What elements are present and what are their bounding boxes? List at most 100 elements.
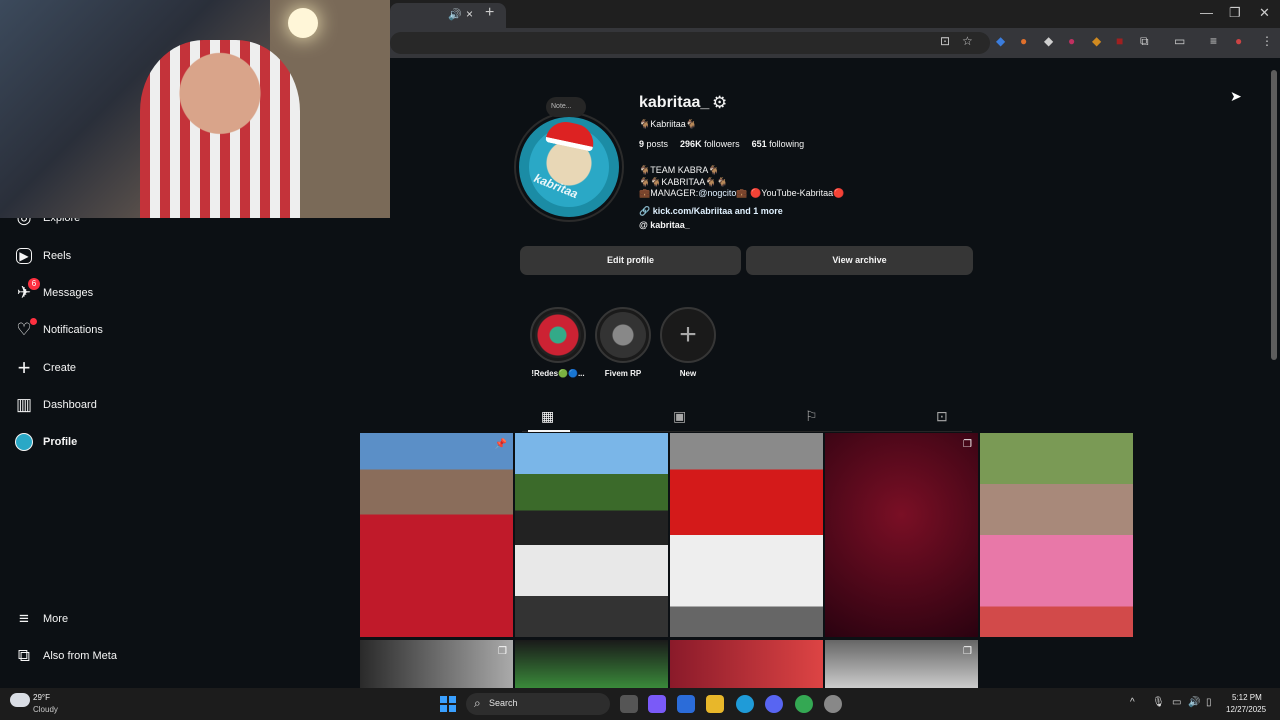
install-app-icon[interactable]: ⊡ xyxy=(940,34,950,48)
extension-icon[interactable]: ◆ xyxy=(1044,34,1053,48)
extension-icon[interactable]: ◆ xyxy=(996,34,1005,48)
highlight-item[interactable]: !Redes🟢🔵... xyxy=(530,307,586,378)
mail-icon[interactable] xyxy=(677,695,695,713)
dashboard-icon: ▥ xyxy=(15,395,33,414)
file-explorer-icon[interactable] xyxy=(706,695,724,713)
messages-badge: 6 xyxy=(28,278,40,290)
post-thumbnail[interactable] xyxy=(515,433,668,637)
post-thumbnail[interactable] xyxy=(980,433,1133,637)
note-bubble[interactable]: Note... xyxy=(546,97,586,117)
edit-profile-button[interactable]: Edit profile xyxy=(520,246,741,275)
post-thumbnail[interactable] xyxy=(515,640,668,688)
new-tab-button[interactable]: + xyxy=(485,4,494,22)
search-icon: ⌕ xyxy=(474,696,481,710)
profile-username: kabritaa_ xyxy=(639,94,710,111)
minimize-button[interactable]: — xyxy=(1200,5,1213,20)
extension-icon[interactable]: ■ xyxy=(1116,34,1123,48)
notification-dot xyxy=(30,318,37,325)
clock-date[interactable]: 12/27/2025 xyxy=(1226,705,1266,714)
post-thumbnail[interactable]: 📌 xyxy=(360,433,513,637)
sidebar-item-more[interactable]: ≡ More xyxy=(14,606,68,632)
discord-icon[interactable] xyxy=(765,695,783,713)
new-highlight-button[interactable]: + New xyxy=(660,307,716,378)
sidebar-item-profile[interactable]: Profile xyxy=(14,429,77,455)
sidebar-item-label: Profile xyxy=(43,436,78,448)
sidebar-item-notifications[interactable]: ♡ Notifications xyxy=(14,317,103,343)
threads-link[interactable]: @ kabritaa_ xyxy=(639,220,690,230)
browser-menu-icon[interactable]: ⋮ xyxy=(1261,34,1273,48)
maximize-button[interactable]: ❐ xyxy=(1229,5,1241,21)
profile-avatar-icon[interactable]: ● xyxy=(1235,34,1242,48)
sidebar-item-dashboard[interactable]: ▥ Dashboard xyxy=(14,392,97,418)
tab-audio-icon[interactable]: 🔊 xyxy=(448,8,462,21)
tab-posts-grid-icon[interactable]: ▦ xyxy=(541,408,554,425)
tab-saved-icon[interactable]: ⚐ xyxy=(805,408,818,425)
active-tab-indicator xyxy=(528,430,570,432)
sidebar-item-label: Messages xyxy=(43,287,94,299)
sidebar-item-label: More xyxy=(43,613,69,625)
media-control-icon[interactable]: ≡ xyxy=(1210,34,1217,48)
profile-stats: 9 posts 296K followers 651 following xyxy=(639,139,804,149)
extension-icon[interactable]: ● xyxy=(1020,34,1027,48)
meta-apps-icon: ⧉ xyxy=(17,646,31,665)
microphone-icon[interactable]: 🎙 xyxy=(1152,697,1165,708)
messages-icon: ✈ 6 xyxy=(14,278,40,303)
profile-avatar[interactable]: kabritaa xyxy=(516,114,622,220)
search-placeholder: Search xyxy=(489,698,518,708)
post-thumbnail[interactable]: ❐ xyxy=(825,433,978,637)
post-thumbnail[interactable]: ❐ xyxy=(825,640,978,688)
sidebar-item-reels[interactable]: ▶ Reels xyxy=(14,243,71,269)
scrollbar[interactable] xyxy=(1268,58,1280,688)
bio-manager-label: 💼MANAGER: xyxy=(639,188,699,198)
volume-icon[interactable]: 🔊 xyxy=(1188,697,1200,708)
plus-icon: + xyxy=(679,318,697,351)
start-button[interactable] xyxy=(440,696,456,712)
weather-temperature[interactable]: 29°F xyxy=(33,693,50,702)
highlight-label: Fivem RP xyxy=(604,369,642,378)
task-view-icon[interactable] xyxy=(620,695,638,713)
post-thumbnail[interactable]: ❐ xyxy=(360,640,513,688)
profile-external-link[interactable]: 🔗 kick.com/Kabriitaa and 1 more xyxy=(639,206,783,217)
tab-reels-icon[interactable]: ▣ xyxy=(673,408,686,425)
scrollbar-thumb[interactable] xyxy=(1271,70,1277,360)
edge-icon[interactable] xyxy=(736,695,754,713)
close-window-button[interactable]: ✕ xyxy=(1259,5,1270,21)
weather-description[interactable]: Cloudy xyxy=(33,705,58,714)
address-bar[interactable] xyxy=(390,32,990,54)
carousel-icon: ❐ xyxy=(498,646,507,657)
tray-chevron-icon[interactable]: ^ xyxy=(1130,697,1135,708)
following-count[interactable]: 651 following xyxy=(752,139,805,149)
app-icon[interactable] xyxy=(824,695,842,713)
menu-icon: ≡ xyxy=(19,609,29,628)
cloud-icon[interactable] xyxy=(10,693,30,707)
network-icon[interactable]: ▭ xyxy=(1172,697,1181,708)
sidebar-item-create[interactable]: + Create xyxy=(14,355,76,381)
heart-icon: ♡ xyxy=(14,318,37,340)
copilot-icon[interactable] xyxy=(648,695,666,713)
bio-mention-link[interactable]: @nogcito xyxy=(698,188,736,198)
sidebar-item-messages[interactable]: ✈ 6 Messages xyxy=(14,278,94,306)
extensions-puzzle-icon[interactable]: ⧉ xyxy=(1140,34,1149,49)
view-archive-button[interactable]: View archive xyxy=(746,246,973,275)
clock-time[interactable]: 5:12 PM xyxy=(1232,693,1262,702)
mouse-cursor-icon: ➤ xyxy=(1230,88,1242,104)
followers-count[interactable]: 296K followers xyxy=(680,139,740,149)
bookmark-star-icon[interactable]: ☆ xyxy=(962,34,973,48)
highlight-label: !Redes🟢🔵... xyxy=(531,369,585,378)
sidebar-item-also-from-meta[interactable]: ⧉ Also from Meta xyxy=(14,643,117,669)
webcam-overlay xyxy=(0,0,390,218)
battery-icon[interactable]: ▯ xyxy=(1206,697,1212,708)
highlight-item[interactable]: Fivem RP xyxy=(595,307,651,378)
taskbar-search[interactable]: ⌕ Search xyxy=(466,693,610,715)
side-panel-icon[interactable]: ▭ xyxy=(1174,34,1185,48)
carousel-icon: ❐ xyxy=(963,439,972,450)
extension-icon[interactable]: ● xyxy=(1068,34,1075,48)
extension-icon[interactable]: ◆ xyxy=(1092,34,1101,48)
post-thumbnail[interactable] xyxy=(670,640,823,688)
chrome-icon[interactable] xyxy=(795,695,813,713)
post-thumbnail[interactable] xyxy=(670,433,823,637)
sidebar-item-label: Also from Meta xyxy=(43,650,117,662)
tab-close-button[interactable]: × xyxy=(466,7,473,21)
settings-gear-icon[interactable]: ⚙ xyxy=(712,93,727,113)
tab-tagged-icon[interactable]: ⊡ xyxy=(936,408,948,425)
